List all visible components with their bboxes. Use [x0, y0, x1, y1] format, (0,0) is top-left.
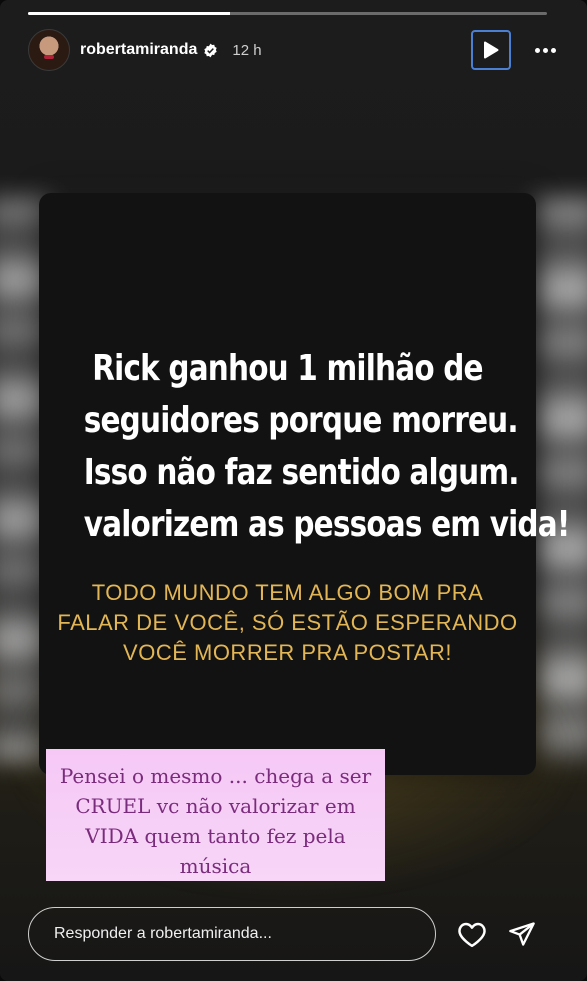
subheadline: TODO MUNDO TEM ALGO BOM PRA FALAR DE VOC… [39, 578, 536, 668]
comment-sticker: Pensei o mesmo ... chega a ser CRUEL vc … [46, 749, 385, 881]
more-options-button[interactable] [531, 38, 559, 62]
like-button[interactable] [455, 917, 489, 951]
blurred-background-right [537, 200, 587, 760]
story-progress-bar [28, 12, 547, 15]
headline-line: Rick ganhou 1 milhão de [92, 348, 483, 389]
reply-placeholder: Responder a robertamiranda... [54, 925, 272, 942]
sticker-line: CRUEL vc não valorizar em [75, 794, 356, 818]
verified-badge-icon [204, 43, 218, 57]
story-text-card: Rick ganhou 1 milhão de seguidores porqu… [39, 193, 571, 775]
post-time: 12 h [232, 41, 262, 59]
sticker-line: Pensei o mesmo ... chega a ser [59, 764, 372, 788]
subheadline-line: TODO MUNDO TEM ALGO BOM PRA [91, 580, 484, 605]
story-header: robertamiranda 12 h [28, 29, 559, 71]
more-options-icon-dot [542, 47, 548, 53]
send-icon [509, 922, 535, 946]
reply-input[interactable]: Responder a robertamiranda... [28, 907, 436, 961]
play-button[interactable] [471, 30, 511, 70]
subheadline-line: VOCÊ MORRER PRA POSTAR! [123, 640, 452, 665]
subheadline-line: FALAR DE VOCÊ, SÓ ESTÃO ESPERANDO [57, 610, 518, 635]
sticker-line: música [179, 854, 252, 878]
headline-line: seguidores porque morreu. [83, 400, 519, 441]
heart-icon [458, 922, 486, 948]
username[interactable]: robertamiranda [80, 41, 197, 59]
story-viewer: robertamiranda 12 h Rick ganhou 1 milhão… [0, 0, 587, 981]
headline-line: valorizem as pessoas em vida! [83, 504, 571, 545]
play-icon [484, 41, 499, 59]
headline-line: Isso não faz sentido algum. [83, 452, 520, 493]
more-options-icon-dot [550, 47, 556, 53]
sticker-line: VIDA quem tanto fez pela [85, 824, 346, 848]
more-options-icon [534, 47, 540, 53]
headline: Rick ganhou 1 milhão de seguidores porqu… [83, 343, 571, 551]
share-button[interactable] [505, 917, 539, 951]
avatar[interactable] [28, 29, 70, 71]
story-progress-fill [28, 12, 231, 15]
